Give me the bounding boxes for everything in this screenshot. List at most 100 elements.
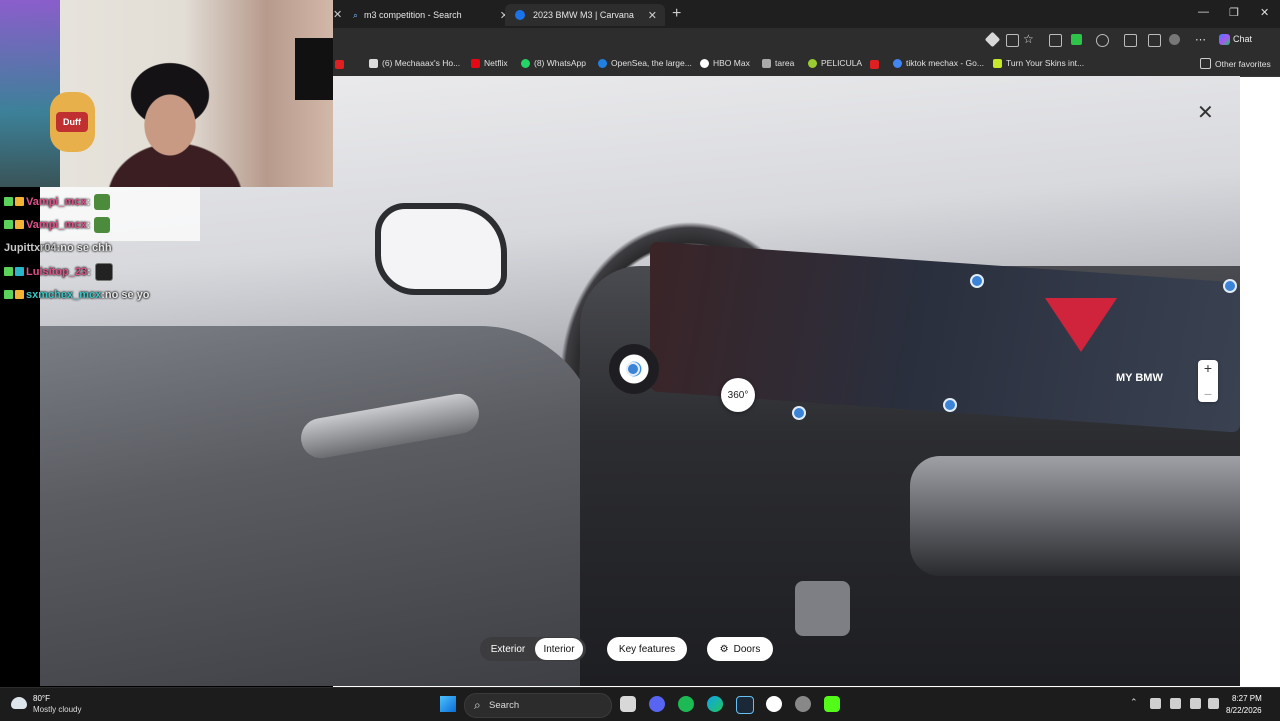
dashboard-label: MY BMW <box>1116 372 1163 384</box>
edge-icon[interactable] <box>707 696 723 712</box>
other-favorites[interactable]: Other favorites <box>1200 58 1271 69</box>
badge-icon <box>4 290 13 300</box>
favorite-star-icon[interactable]: ☆ <box>1023 32 1034 46</box>
bookmark-item[interactable]: (8) WhatsApp <box>521 58 586 68</box>
bookmark-item[interactable]: PELICULA <box>808 58 862 68</box>
favorites-icon[interactable] <box>1148 34 1161 47</box>
zoom-control: + − <box>1198 360 1218 402</box>
hotspot[interactable] <box>943 398 957 412</box>
close-icon[interactable]: ✕ <box>648 9 657 22</box>
stream-chat: Vampi_mcx : Vampi_mcx : Jupittxr04 : no … <box>4 190 334 306</box>
bookmark-item[interactable]: (6) Mechaaax's Ho... <box>369 58 460 68</box>
chat-username[interactable]: sxmchex_mcx <box>26 289 101 301</box>
door-panel <box>40 326 600 686</box>
exterior-interior-toggle: Exterior Interior <box>480 637 586 661</box>
bookmark-item[interactable]: HBO Max <box>700 58 750 68</box>
youtube-icon[interactable] <box>870 60 879 69</box>
chat-message: Vampi_mcx : <box>4 190 334 213</box>
tab-carvana[interactable]: 2023 BMW M3 | Carvana ✕ <box>505 4 665 26</box>
hotspot[interactable] <box>792 406 806 420</box>
hotspot[interactable] <box>970 274 984 288</box>
weather-temp: 80°F <box>33 694 50 703</box>
volume-icon[interactable] <box>1208 698 1219 709</box>
collections-icon[interactable] <box>1124 34 1137 47</box>
refresh-extension-icon[interactable] <box>1096 34 1109 47</box>
weather-desc: Mostly cloudy <box>33 705 82 714</box>
kick-icon[interactable] <box>824 696 840 712</box>
new-tab-button[interactable]: + <box>672 5 681 23</box>
weather-widget[interactable]: 80°F Mostly cloudy <box>0 688 100 721</box>
bookmark-item[interactable]: OpenSea, the large... <box>598 58 692 68</box>
close-tab-icon[interactable]: ✕ <box>333 8 342 21</box>
badge-icon <box>4 220 13 230</box>
chat-username[interactable]: Jupittxr04 <box>4 242 57 254</box>
tarea-icon <box>762 58 771 68</box>
badge-icon <box>15 290 24 300</box>
obs-icon[interactable] <box>766 696 782 712</box>
zoom-out-button[interactable]: − <box>1204 386 1212 402</box>
copilot-icon[interactable] <box>1219 34 1230 45</box>
windows-start-icon[interactable] <box>440 696 456 712</box>
clock-time[interactable]: 8:27 PM <box>1232 694 1262 703</box>
clock-date[interactable]: 8/22/2026 <box>1226 706 1262 715</box>
bookmark-item[interactable]: Netflix <box>471 58 508 68</box>
screen-graphic <box>1045 298 1117 352</box>
chat-username[interactable]: Vampi_mcx <box>26 219 87 231</box>
key-features-button[interactable]: Key features <box>607 637 687 661</box>
interior-button[interactable]: Interior <box>535 638 583 660</box>
tag-icon[interactable] <box>984 31 1001 48</box>
exterior-button[interactable]: Exterior <box>486 637 530 661</box>
windows-taskbar: 80°F Mostly cloudy ⌕ Search ⌃ 8:27 PM 8/… <box>0 687 1280 721</box>
hotspot[interactable] <box>626 362 640 376</box>
tray-overflow-icon[interactable]: ⌃ <box>1130 697 1138 708</box>
youtube-icon[interactable] <box>335 60 344 69</box>
chat-message: Jupittxr04 : no se chh <box>4 237 334 260</box>
chat-message: sxmchex_mcx : no se yo <box>4 283 334 306</box>
wifi-icon[interactable] <box>1170 698 1181 709</box>
taskbar-search[interactable]: ⌕ Search <box>464 693 612 718</box>
close-viewer-icon[interactable]: ✕ <box>1197 100 1214 125</box>
reader-icon[interactable] <box>1006 34 1019 47</box>
pedal <box>795 581 850 636</box>
steam-icon[interactable] <box>736 696 754 714</box>
chat-separator: : <box>87 265 91 278</box>
more-menu-icon[interactable]: ⋯ <box>1195 33 1206 46</box>
opensea-icon <box>598 58 607 68</box>
spotify-icon[interactable] <box>678 696 694 712</box>
profile-avatar[interactable] <box>1169 34 1180 45</box>
badge-icon <box>15 220 24 230</box>
maximize-icon[interactable]: ❐ <box>1229 6 1239 19</box>
tab-title: 2023 BMW M3 | Carvana <box>533 10 634 20</box>
minimize-icon[interactable]: — <box>1198 6 1209 18</box>
badge-icon <box>4 197 13 207</box>
chat-button[interactable]: Chat <box>1233 34 1252 44</box>
badge-360[interactable]: 360° <box>721 378 755 412</box>
doors-button[interactable]: ⚙ Doors <box>707 637 773 661</box>
zoom-in-button[interactable]: + <box>1204 360 1212 376</box>
file-explorer-icon[interactable] <box>620 696 636 712</box>
pepe-emote-icon <box>94 216 111 233</box>
extension-icon[interactable] <box>1049 34 1062 47</box>
pepe-emote-icon <box>94 193 111 210</box>
discord-icon[interactable] <box>649 696 665 712</box>
chat-username[interactable]: Luisitop_23 <box>26 266 87 278</box>
tab-search[interactable]: ⌕ m3 competition - Search ✕ <box>347 4 517 26</box>
bookmark-item[interactable]: tiktok mechax - Go... <box>893 58 984 68</box>
bookmark-item[interactable]: tarea <box>762 58 794 68</box>
bookmark-item[interactable]: Turn Your Skins int... <box>993 58 1084 68</box>
chat-message: Luisitop_23 : <box>4 260 334 283</box>
hotspot[interactable] <box>1223 279 1237 293</box>
chat-text: no se yo <box>104 288 150 301</box>
chat-separator: : <box>86 218 91 231</box>
settings-icon[interactable] <box>795 696 811 712</box>
badge-icon <box>4 267 13 277</box>
display-icon[interactable] <box>1190 698 1201 709</box>
chat-text: no se chh <box>60 242 112 255</box>
window-close-icon[interactable]: ✕ <box>1260 6 1269 19</box>
green-extension-icon[interactable] <box>1071 34 1082 45</box>
rgb-lamp <box>0 0 60 187</box>
network-icon[interactable] <box>1150 698 1161 709</box>
door-icon: ⚙ <box>719 643 729 655</box>
chat-username[interactable]: Vampi_mcx <box>26 196 87 208</box>
bookmarks-bar: (6) Mechaaax's Ho... Netflix (8) WhatsAp… <box>333 52 1280 77</box>
